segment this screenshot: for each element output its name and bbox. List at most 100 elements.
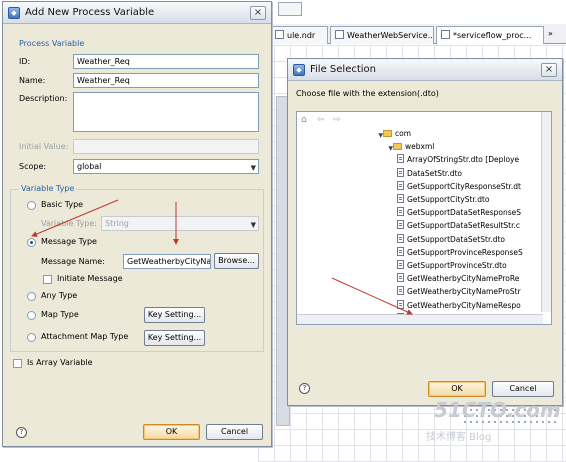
section-process-variable: Process Variable xyxy=(19,39,85,48)
tree-file-item[interactable]: GetSupportCityStr.dto xyxy=(397,194,490,206)
tree-vertical-scrollbar[interactable] xyxy=(541,112,551,312)
close-icon[interactable]: × xyxy=(250,6,266,20)
tree-item-label: GetSupportDataSetStr.dto xyxy=(407,234,506,244)
tree-file-item[interactable]: DataSetStr.dto xyxy=(397,167,462,180)
message-type-radio[interactable] xyxy=(27,238,36,247)
file-icon xyxy=(397,299,404,309)
tree-item-label: GetSupportProvinceStr.dto xyxy=(407,261,507,270)
map-type-radio[interactable] xyxy=(27,311,36,320)
forward-arrow-icon[interactable]: ⇨ xyxy=(333,115,341,125)
add-process-variable-dialog: ◆ Add New Process Variable × Process Var… xyxy=(2,1,272,447)
tree-file-item[interactable]: GetSupportDataSetStr.dto xyxy=(397,233,506,246)
tree-file-item[interactable]: GetSupportProvinceResponseS xyxy=(397,246,523,259)
file-icon xyxy=(397,207,404,217)
description-field[interactable] xyxy=(73,92,259,132)
editor-tab-ndr[interactable]: ule.ndr xyxy=(270,26,328,44)
file-icon xyxy=(397,273,404,283)
close-icon[interactable]: × xyxy=(541,63,557,77)
file-icon xyxy=(335,30,344,39)
tree-item-label: GetSupportDataSetResponseS xyxy=(407,208,522,218)
folder-icon xyxy=(393,143,402,151)
attachment-map-type-label: Attachment Map Type xyxy=(41,332,129,341)
scope-dropdown[interactable]: global ▼ xyxy=(73,159,259,174)
attachment-map-type-radio[interactable] xyxy=(27,333,36,342)
file-cancel-button[interactable]: Cancel xyxy=(492,381,554,397)
file-tree[interactable]: ⌂ ⇦ ⇨ ▲ com ▲ webxml ArrayOfStringStr.dto [D… xyxy=(296,111,552,325)
watermark: 51CTO.com 技术博客 Blog xyxy=(420,396,561,456)
dialog-title: Add New Process Variable xyxy=(25,7,155,18)
any-type-radio[interactable] xyxy=(27,292,36,301)
editor-tab-weatherwebservice[interactable]: WeatherWebService... xyxy=(330,26,434,44)
folder-icon xyxy=(383,130,392,137)
message-name-field[interactable]: GetWeatherbyCityNa xyxy=(123,254,211,269)
file-icon xyxy=(397,233,404,243)
message-type-label: Message Type xyxy=(41,237,97,246)
file-icon xyxy=(397,167,404,177)
message-name-label: Message Name: xyxy=(41,257,105,266)
file-ok-button[interactable]: OK xyxy=(428,381,486,397)
tree-file-item[interactable]: GetSupportDataSetResultStr.c xyxy=(397,220,520,232)
file-icon xyxy=(397,260,404,269)
map-type-label: Map Type xyxy=(41,310,79,319)
tree-item-label: GetSupportCityStr.dto xyxy=(407,195,490,204)
tree-folder-item[interactable]: ▲ com xyxy=(375,128,411,140)
file-icon xyxy=(397,246,404,256)
tree-file-item[interactable]: GetSupportProvinceStr.dto xyxy=(397,260,507,272)
file-icon xyxy=(397,220,404,230)
tree-item-label: webxml xyxy=(405,142,435,152)
id-field[interactable]: Weather_Req xyxy=(73,54,259,69)
basic-type-label: Basic Type xyxy=(41,200,84,209)
map-key-setting-button[interactable]: Key Setting... xyxy=(144,307,205,323)
help-icon[interactable]: ? xyxy=(299,383,310,394)
initiate-message-label: Initiate Message xyxy=(57,274,123,283)
tree-file-item[interactable]: GetWeatherbyCityNameProStr xyxy=(397,286,521,298)
tree-folder-item[interactable]: ▲ webxml xyxy=(385,141,434,153)
editor-tab-serviceflow[interactable]: *serviceflow_proc... xyxy=(436,26,544,44)
tab-overflow-icon[interactable]: » xyxy=(548,29,553,38)
browse-button[interactable]: Browse... xyxy=(214,253,259,269)
dialog-titlebar: ◆ Add New Process Variable × xyxy=(3,2,271,24)
tree-file-item[interactable]: ArrayOfStringStr.dto [Deploye xyxy=(397,154,519,166)
name-field[interactable]: Weather_Req xyxy=(73,73,259,88)
variable-type-label: Variable Type: xyxy=(41,219,98,228)
file-dialog-titlebar: ◆ File Selection × xyxy=(288,59,562,81)
tree-item-label: ArrayOfStringStr.dto [Deploye xyxy=(407,155,520,165)
initiate-message-checkbox[interactable] xyxy=(43,275,52,284)
scope-value: global xyxy=(77,162,102,171)
basic-type-radio[interactable] xyxy=(27,201,36,210)
name-label: Name: xyxy=(19,76,46,85)
tree-item-label: GetSupportProvinceResponseS xyxy=(407,247,523,257)
chevron-down-icon: ▼ xyxy=(250,221,256,229)
file-icon xyxy=(397,180,404,190)
is-array-label: Is Array Variable xyxy=(27,358,93,367)
ok-button[interactable]: OK xyxy=(143,424,200,440)
file-icon xyxy=(275,30,284,39)
variable-type-dropdown: String ▼ xyxy=(101,216,259,231)
id-label: ID: xyxy=(19,57,31,66)
tree-item-label: GetSupportDataSetResultStr.c xyxy=(407,221,521,231)
cancel-button[interactable]: Cancel xyxy=(206,424,263,440)
tree-file-item[interactable]: GetWeatherbyCityNameProRe xyxy=(397,273,519,285)
section-variable-type: Variable Type xyxy=(19,184,77,193)
tree-horizontal-scrollbar[interactable] xyxy=(297,314,543,324)
background-toolbar-button[interactable] xyxy=(278,2,302,16)
back-arrow-icon[interactable]: ⇦ xyxy=(317,115,325,125)
tree-file-item[interactable]: GetSupportCityResponseStr.dt xyxy=(397,180,521,193)
is-array-checkbox[interactable] xyxy=(13,359,22,368)
watermark-subtitle: 技术博客 Blog xyxy=(426,432,492,443)
attachment-key-setting-button[interactable]: Key Setting... xyxy=(144,330,205,346)
initial-value-field xyxy=(73,139,259,154)
tree-file-item[interactable]: GetWeatherbyCityNameRespo xyxy=(397,299,521,312)
app-icon: ◆ xyxy=(8,7,20,19)
scope-label: Scope: xyxy=(19,162,47,171)
expand-toggle-icon[interactable]: ▲ xyxy=(385,142,393,154)
app-icon: ◆ xyxy=(293,64,305,76)
chevron-down-icon[interactable]: ▼ xyxy=(251,162,256,173)
help-icon[interactable]: ? xyxy=(16,427,27,438)
home-icon[interactable]: ⌂ xyxy=(301,115,307,125)
tree-file-item[interactable]: GetSupportDataSetResponseS xyxy=(397,207,521,219)
tree-item-label: GetWeatherbyCityNameProRe xyxy=(407,274,520,284)
file-extension-prompt: Choose file with the extension(.dto) xyxy=(296,89,439,98)
expand-toggle-icon[interactable]: ▲ xyxy=(375,129,383,141)
watermark-logo-text: 51CTO.com xyxy=(434,398,561,422)
